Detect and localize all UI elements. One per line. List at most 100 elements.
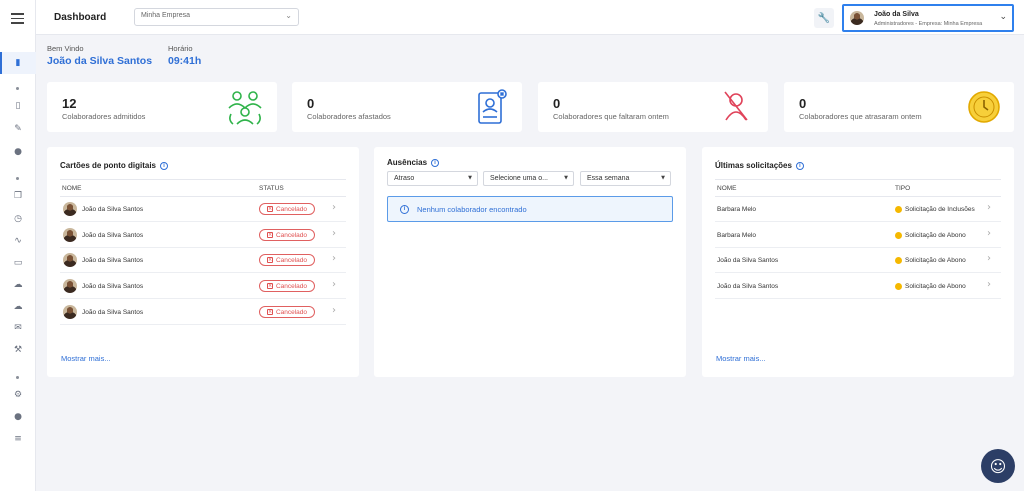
close-icon: × xyxy=(266,206,273,212)
info-icon[interactable]: i xyxy=(431,158,440,167)
caret-down-icon: ▼ xyxy=(468,175,472,181)
chevron-right-icon[interactable]: › xyxy=(987,228,991,239)
hour-value: 09:41h xyxy=(168,55,202,67)
absences-title-text: Ausências xyxy=(387,158,428,167)
avatar xyxy=(63,279,77,293)
top-header: Dashboard Minha Empresa ⌄ 🔧 João da Silv… xyxy=(36,0,1024,35)
list-check-icon[interactable]: ≡ xyxy=(0,431,36,447)
requests-title: Últimas solicitações i xyxy=(715,161,804,170)
column-header-name: NOME xyxy=(717,185,737,192)
info-icon: i xyxy=(400,204,409,214)
show-more-link[interactable]: Mostrar mais... xyxy=(61,354,111,363)
stat-value: 0 xyxy=(307,96,315,111)
trend-icon[interactable]: ∿ xyxy=(0,233,36,249)
status-dot xyxy=(895,232,902,239)
stat-card-admitted[interactable]: 12 Colaboradores admitidos xyxy=(47,82,277,132)
table-row[interactable]: João da Silva Santos Solicitação de Abon… xyxy=(715,274,1001,299)
requester-name: João da Silva Santos xyxy=(717,283,779,290)
status-text: Cancelado xyxy=(275,256,308,264)
settings-icon[interactable]: ⚙ xyxy=(0,387,36,403)
stat-card-leave[interactable]: 0 Colaboradores afastados xyxy=(292,82,522,132)
user-menu[interactable]: João da Silva Administradores - Empresa:… xyxy=(842,4,1014,32)
mail-icon[interactable]: ✉ xyxy=(0,320,36,336)
cloud-upload-icon[interactable]: ☁ xyxy=(0,277,36,293)
bar-chart-icon[interactable]: ▮ xyxy=(0,55,36,71)
period-select-value: Essa semana xyxy=(587,175,630,182)
table-header: NOME STATUS xyxy=(60,179,346,197)
document-icon[interactable]: ▯ xyxy=(0,98,36,114)
table-row[interactable]: Barbara Melo Solicitação de Abono › xyxy=(715,223,1001,248)
timecards-title: Cartões de ponto digitais i xyxy=(60,161,169,170)
chevron-down-icon: ⌄ xyxy=(999,12,1007,22)
empty-state-text: Nenhum colaborador encontrado xyxy=(417,204,527,214)
user-name: João da Silva xyxy=(874,11,919,18)
table-row[interactable]: João da Silva Santos × Cancelado › xyxy=(60,197,346,222)
status-badge: × Cancelado xyxy=(259,306,315,318)
hour-label: Horário xyxy=(168,44,193,53)
employee-name: João da Silva Santos xyxy=(82,206,144,213)
absences-panel: Ausências i Atraso ▼ Selecione uma o... ▼ … xyxy=(374,147,686,377)
close-icon: × xyxy=(266,257,273,263)
stat-card-absent[interactable]: 0 Colaboradores que faltaram ontem xyxy=(538,82,768,132)
welcome-label: Bem Vindo xyxy=(47,44,84,53)
status-dot xyxy=(895,257,902,264)
person-icon[interactable]: ● xyxy=(0,409,36,425)
stat-value: 0 xyxy=(553,96,561,111)
status-badge: × Cancelado xyxy=(259,229,315,241)
requester-name: Barbara Melo xyxy=(717,232,757,239)
table-row[interactable]: João da Silva Santos × Cancelado › xyxy=(60,300,346,325)
stat-label: Colaboradores admitidos xyxy=(62,112,146,121)
request-type: Solicitação de Abono xyxy=(905,257,966,264)
chevron-right-icon[interactable]: › xyxy=(332,305,336,316)
table-row[interactable]: Barbara Melo Solicitação de Inclusões › xyxy=(715,197,1001,222)
requests-panel: Últimas solicitações i NOME TIPO Barbara… xyxy=(702,147,1014,377)
files-icon[interactable]: ❐ xyxy=(0,188,36,204)
chevron-right-icon[interactable]: › xyxy=(987,253,991,264)
chevron-right-icon[interactable]: › xyxy=(332,253,336,264)
employee-name: João da Silva Santos xyxy=(82,257,144,264)
table-row[interactable]: João da Silva Santos × Cancelado › xyxy=(60,248,346,273)
user-role: Administradores - Empresa: Minha Empresa xyxy=(874,21,983,27)
table-row[interactable]: João da Silva Santos × Cancelado › xyxy=(60,274,346,299)
column-header-name: NOME xyxy=(62,185,82,192)
stat-card-late[interactable]: 0 Colaboradores que atrasaram ontem xyxy=(784,82,1014,132)
absence-type-select[interactable]: Atraso ▼ xyxy=(387,171,478,186)
welcome-name: João da Silva Santos xyxy=(47,55,153,67)
tools-icon[interactable]: ⚒ xyxy=(0,342,36,358)
sidebar-separator-dot xyxy=(16,376,19,379)
edit-icon[interactable]: ✎ xyxy=(0,121,36,137)
table-row[interactable]: João da Silva Santos × Cancelado › xyxy=(60,223,346,248)
chevron-right-icon[interactable]: › xyxy=(987,202,991,213)
chevron-right-icon[interactable]: › xyxy=(332,279,336,290)
option-select[interactable]: Selecione uma o... ▼ xyxy=(483,171,574,186)
status-text: Cancelado xyxy=(275,282,308,290)
menu-icon[interactable] xyxy=(11,13,24,24)
show-more-link[interactable]: Mostrar mais... xyxy=(716,354,766,363)
user-remove-icon xyxy=(724,91,748,121)
alarm-icon[interactable]: ◷ xyxy=(0,211,36,227)
user-icon[interactable]: ● xyxy=(0,144,36,160)
wrench-icon: 🔧 xyxy=(817,12,831,24)
support-chat-button[interactable]: ☺ xyxy=(981,449,1015,483)
chevron-right-icon[interactable]: › xyxy=(987,279,991,290)
info-icon[interactable]: i xyxy=(160,161,169,170)
cloud-download-icon[interactable]: ☁ xyxy=(0,299,36,315)
avatar xyxy=(63,202,77,216)
support-agent-icon: ☺ xyxy=(989,456,1007,476)
info-icon[interactable]: i xyxy=(795,161,804,170)
table-row[interactable]: João da Silva Santos Solicitação de Abon… xyxy=(715,248,1001,273)
requester-name: Barbara Melo xyxy=(717,206,757,213)
id-badge-icon xyxy=(478,89,507,124)
stat-label: Colaboradores que atrasaram ontem xyxy=(799,112,922,121)
chevron-right-icon[interactable]: › xyxy=(332,228,336,239)
welcome-block: Bem Vindo João da Silva Santos xyxy=(47,44,152,67)
wrench-button[interactable]: 🔧 xyxy=(814,8,834,28)
column-header-type: TIPO xyxy=(895,185,911,192)
employee-name: João da Silva Santos xyxy=(82,283,144,290)
chat-icon[interactable]: ▭ xyxy=(0,255,36,271)
caret-down-icon: ▼ xyxy=(564,175,568,181)
chevron-right-icon[interactable]: › xyxy=(332,202,336,213)
close-icon: × xyxy=(266,232,273,238)
company-select[interactable]: Minha Empresa ⌄ xyxy=(134,8,299,26)
period-select[interactable]: Essa semana ▼ xyxy=(580,171,671,186)
